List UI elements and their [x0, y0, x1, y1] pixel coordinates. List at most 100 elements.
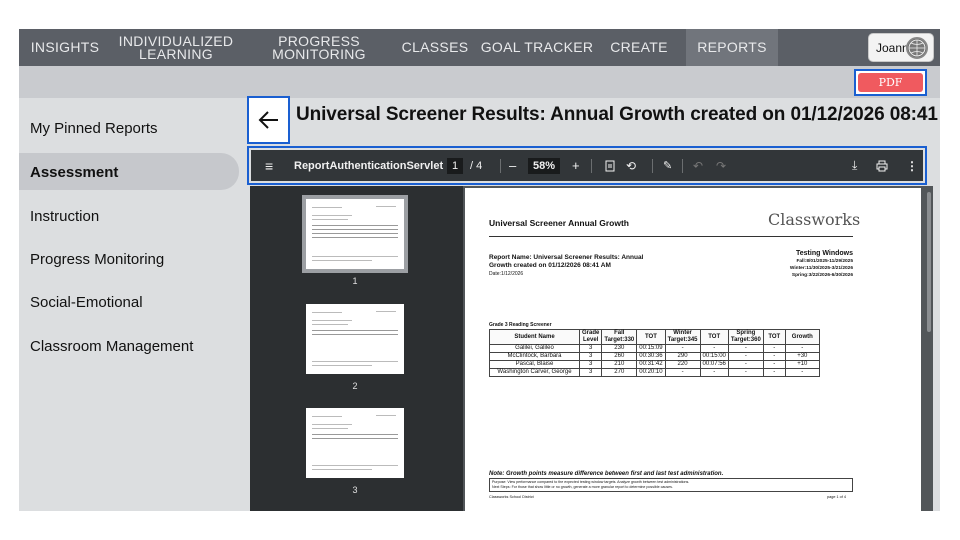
- table-cell: 260: [601, 352, 638, 361]
- thumbnail-pane: 1 2 3: [250, 186, 463, 511]
- report-page: Universal Screener Annual Growth Classwo…: [465, 188, 921, 511]
- menu-icon[interactable]: ≡: [265, 150, 273, 181]
- report-name-line2: Growth created on 01/12/2026 08:41 AM: [489, 262, 611, 269]
- table-cell: 00:20:10: [636, 368, 666, 377]
- table-cell: -: [664, 344, 701, 353]
- table-cell: 3: [578, 352, 603, 361]
- table-cell: Galilei, Galileo: [489, 344, 580, 353]
- app-window: INSIGHTS INDIVIDUALIZED LEARNING PROGRESS…: [19, 29, 940, 511]
- table-cell: -: [664, 368, 701, 377]
- nav-insights[interactable]: INSIGHTS: [19, 29, 111, 66]
- table-cell: 00:15:00: [699, 352, 729, 361]
- table-column-header: Growth: [784, 329, 820, 345]
- zoom-input[interactable]: 58%: [528, 157, 561, 174]
- table-body: Galilei, Galileo 3 230 00:15:09- - - - - McClint…: [489, 344, 820, 377]
- table-cell: -: [727, 368, 764, 377]
- table-cell: 00:31:42: [636, 360, 666, 369]
- divider: [489, 236, 853, 237]
- report-date: Date:1/12/2026: [489, 271, 524, 277]
- back-button[interactable]: [247, 96, 290, 144]
- sidebar: My Pinned Reports Assessment Instruction…: [19, 98, 249, 511]
- table-row: Galilei, Galileo 3 230 00:15:09- - - - -: [489, 344, 820, 353]
- thumbnail-page-number: 2: [352, 381, 358, 391]
- table-column-header: Winter Target:345: [664, 329, 701, 345]
- sidebar-item-classroom-management[interactable]: Classroom Management: [30, 338, 193, 355]
- sidebar-item-assessment[interactable]: Assessment: [30, 164, 118, 181]
- scrollbar[interactable]: [925, 186, 933, 511]
- table-cell: -: [699, 344, 729, 353]
- thumbnail-page-number: 1: [352, 276, 358, 286]
- page-label: page 1 of 4: [827, 495, 847, 499]
- table-cell: +30: [784, 352, 820, 361]
- table-cell: 220: [664, 360, 701, 369]
- sidebar-item-my-pinned-reports[interactable]: My Pinned Reports: [30, 120, 158, 137]
- table-cell: -: [727, 344, 764, 353]
- document-name: ReportAuthenticationServlet: [294, 159, 444, 172]
- pdf-button[interactable]: PDF: [854, 69, 927, 96]
- table-cell: 270: [601, 368, 638, 377]
- table-cell: Washington Carver, George: [489, 368, 580, 377]
- table-cell: -: [784, 344, 820, 353]
- top-navigation: INSIGHTS INDIVIDUALIZED LEARNING PROGRESS…: [19, 29, 940, 66]
- globe-icon: [908, 39, 926, 57]
- testing-window-spring: Spring:3/22/2026-6/30/2026: [791, 273, 853, 278]
- annotate-icon[interactable]: ✎: [663, 150, 672, 181]
- more-options-icon[interactable]: ⋮: [906, 150, 918, 181]
- sidebar-item-social-emotional[interactable]: Social-Emotional: [30, 294, 143, 311]
- table-column-header: TOT: [636, 329, 666, 345]
- scroll-thumb[interactable]: [927, 192, 931, 332]
- nav-goal-tracker[interactable]: GOAL TRACKER: [477, 29, 597, 66]
- sidebar-item-progress-monitoring[interactable]: Progress Monitoring: [30, 251, 164, 268]
- nav-individualized-learning[interactable]: INDIVIDUALIZED LEARNING: [111, 29, 241, 66]
- table-cell: Pascal, Blaise: [489, 360, 580, 369]
- undo-icon[interactable]: ↶: [693, 150, 703, 181]
- table-cell: -: [762, 368, 786, 377]
- table-cell: -: [727, 352, 764, 361]
- next-steps-text: Next Steps: For those that show little o…: [492, 485, 673, 489]
- page-number-input[interactable]: 1: [447, 157, 464, 174]
- zoom-out-button[interactable]: –: [509, 150, 516, 181]
- download-icon[interactable]: ⤓: [852, 150, 857, 181]
- rotate-icon[interactable]: ⟲: [626, 150, 636, 181]
- redo-icon[interactable]: ↷: [716, 150, 726, 181]
- user-name: Joann: [876, 40, 909, 55]
- testing-windows-title: Testing Windows: [796, 250, 853, 257]
- pdf-viewer-toolbar: ≡ ReportAuthenticationServlet 1 / 4 – 58…: [251, 150, 923, 181]
- page-thumbnail[interactable]: [306, 304, 404, 374]
- table-column-header: TOT: [762, 329, 786, 345]
- table-cell: McClintock, Barbara: [489, 352, 580, 361]
- report-name-line1: Report Name: Universal Screener Results:…: [489, 254, 644, 261]
- zoom-in-button[interactable]: +: [572, 150, 580, 181]
- table-column-header: TOT: [699, 329, 729, 345]
- table-cell: 3: [578, 368, 603, 377]
- table-cell: -: [762, 352, 786, 361]
- nav-create[interactable]: CREATE: [603, 29, 675, 66]
- table-cell: 00:15:09: [636, 344, 666, 353]
- district-name: Classworks School District: [489, 495, 534, 499]
- fit-page-icon[interactable]: [605, 150, 615, 181]
- table-cell: 290: [664, 352, 701, 361]
- page-thumbnail[interactable]: [302, 195, 408, 273]
- table-cell: 210: [601, 360, 638, 369]
- table-row: Washington Carver, George 3 270 00:20:10- - -…: [489, 368, 820, 377]
- table-row: Pascal, Blaise 3 210 00:31:42 220 00:07:56- - +…: [489, 360, 820, 369]
- page-total: / 4: [470, 159, 483, 172]
- page-title: Universal Screener Results: Annual Growt…: [296, 104, 940, 125]
- table-column-header: Spring Target:360: [727, 329, 764, 345]
- nav-classes[interactable]: CLASSES: [397, 29, 473, 66]
- table-column-header: Grade Level: [578, 329, 603, 345]
- table-column-header: Fall Target:330: [601, 329, 638, 345]
- nav-reports[interactable]: REPORTS: [686, 29, 778, 66]
- table-cell: -: [784, 368, 820, 377]
- user-menu-button[interactable]: Joann: [868, 33, 934, 62]
- sidebar-item-instruction[interactable]: Instruction: [30, 208, 99, 225]
- growth-note: Note: Growth points measure difference b…: [489, 471, 724, 477]
- page-thumbnail[interactable]: [306, 408, 404, 478]
- table-row: McClintock, Barbara 3 260 00:30:36 290 00:15:…: [489, 352, 820, 361]
- table-column-header: Student Name: [489, 329, 580, 345]
- section-title: Grade 3 Reading Screener: [489, 322, 552, 328]
- table-cell: -: [727, 360, 764, 369]
- nav-progress-monitoring[interactable]: PROGRESS MONITORING: [259, 29, 379, 66]
- print-icon[interactable]: [876, 150, 888, 181]
- table-cell: 3: [578, 344, 603, 353]
